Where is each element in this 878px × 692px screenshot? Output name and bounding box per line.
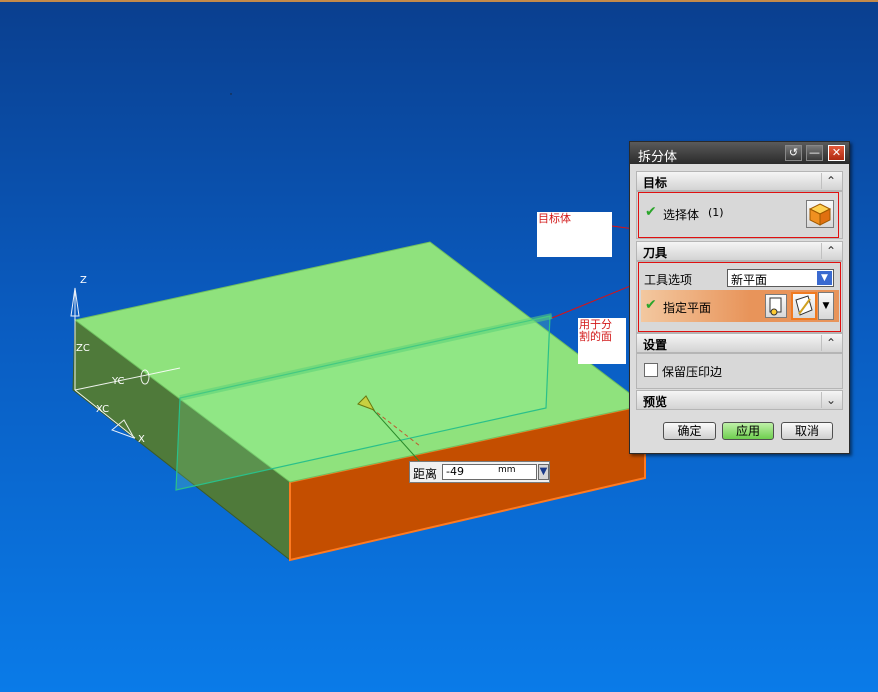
chevron-down-icon[interactable]: ⌄ bbox=[821, 392, 840, 408]
callout-target-body: 目标体 bbox=[537, 212, 612, 257]
distance-label: 距离 bbox=[413, 467, 438, 481]
tool-option-label: 工具选项 bbox=[644, 273, 693, 287]
plane-type-dropdown[interactable]: ▼ bbox=[818, 292, 834, 320]
section-preview-title: 预览 bbox=[643, 395, 668, 409]
section-target-title: 目标 bbox=[643, 176, 668, 190]
dialog-titlebar[interactable]: 拆分体 ↺ — ✕ bbox=[630, 142, 849, 165]
plane-dialog-button[interactable] bbox=[765, 294, 787, 318]
distance-dropdown-button[interactable]: ▼ bbox=[538, 464, 549, 480]
callout-leader-plane bbox=[551, 281, 641, 319]
chevron-up-icon[interactable]: ⌃ bbox=[821, 243, 840, 259]
axis-label-zc: ZC bbox=[76, 343, 90, 354]
plane-dialog-icon bbox=[769, 297, 782, 316]
distance-field[interactable]: -49 bbox=[442, 464, 537, 480]
callout-split-face-line2: 割的面 bbox=[579, 330, 612, 343]
select-body-button[interactable] bbox=[806, 200, 834, 228]
distance-unit: mm bbox=[498, 465, 516, 475]
check-icon: ✔ bbox=[645, 204, 657, 220]
section-settings-header[interactable]: 设置 ⌃ bbox=[636, 333, 843, 353]
distance-input-box: 距离 -49 mm ▼ bbox=[409, 461, 550, 483]
minimize-icon[interactable]: — bbox=[806, 145, 823, 161]
split-body-dialog: 拆分体 ↺ — ✕ 目标 ⌃ ✔ 选择体 (1) 刀具 ⌃ 工具选项 新平面 ▼… bbox=[629, 141, 850, 454]
section-target-header[interactable]: 目标 ⌃ bbox=[636, 171, 843, 191]
section-settings-title: 设置 bbox=[643, 338, 668, 352]
select-body-label[interactable]: 选择体 bbox=[663, 206, 699, 223]
tiny-dot bbox=[230, 93, 232, 95]
section-preview-header[interactable]: 预览 ⌄ bbox=[636, 390, 843, 410]
reset-icon[interactable]: ↺ bbox=[785, 145, 802, 161]
section-tool-header[interactable]: 刀具 ⌃ bbox=[636, 241, 843, 261]
select-body-count: (1) bbox=[708, 206, 724, 219]
specify-plane-label: 指定平面 bbox=[663, 301, 712, 315]
plane-type-button[interactable] bbox=[791, 292, 817, 320]
plane-type-icon bbox=[795, 295, 813, 316]
axis-label-z: Z bbox=[80, 275, 87, 286]
distance-value: -49 bbox=[446, 465, 464, 478]
axis-label-xc: XC bbox=[96, 404, 109, 415]
chevron-up-icon[interactable]: ⌃ bbox=[821, 335, 840, 351]
keep-imprint-label[interactable]: 保留压印边 bbox=[662, 363, 722, 380]
tool-option-value: 新平面 bbox=[731, 273, 768, 287]
keep-imprint-checkbox[interactable] bbox=[644, 363, 658, 377]
section-tool-title: 刀具 bbox=[643, 246, 668, 260]
cube-icon bbox=[808, 203, 832, 226]
close-icon[interactable]: ✕ bbox=[828, 145, 845, 161]
axis-label-x: X bbox=[138, 434, 145, 445]
cancel-button[interactable]: 取消 bbox=[781, 422, 833, 440]
chevron-up-icon[interactable]: ⌃ bbox=[821, 173, 840, 189]
callout-target-body-text: 目标体 bbox=[538, 212, 571, 225]
callout-split-face: 用于分 割的面 bbox=[578, 318, 626, 364]
ok-button[interactable]: 确定 bbox=[663, 422, 716, 440]
chevron-down-icon[interactable]: ▼ bbox=[817, 271, 832, 285]
apply-button[interactable]: 应用 bbox=[722, 422, 774, 440]
check-icon: ✔ bbox=[645, 297, 657, 313]
tool-option-select[interactable]: 新平面 ▼ bbox=[727, 269, 834, 287]
dialog-title: 拆分体 bbox=[638, 150, 678, 165]
axis-label-yc: YC bbox=[111, 376, 125, 387]
